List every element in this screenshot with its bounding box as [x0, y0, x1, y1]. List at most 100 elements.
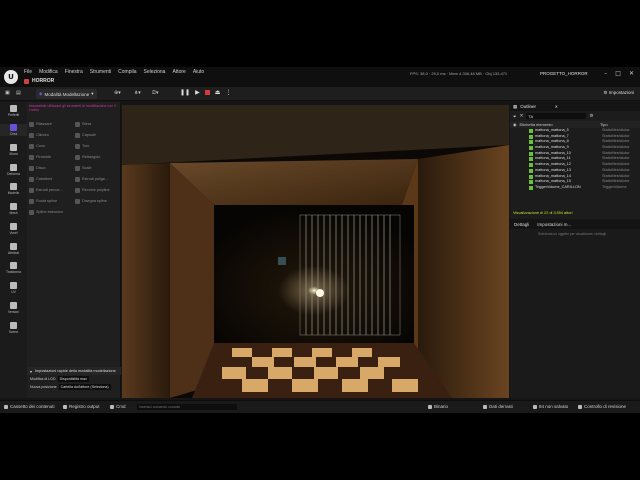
tool-button[interactable]: Estrudi percor... — [29, 186, 73, 194]
stop-icon[interactable] — [204, 90, 210, 95]
mode-palette: Preferiti Crea Xform Deforma Modello Mes… — [0, 102, 27, 398]
output-log-button[interactable]: Registro output — [63, 404, 100, 409]
blueprint-icon[interactable]: ⋔▾ — [134, 90, 141, 96]
tab-settings[interactable]: Impostazioni m... — [533, 220, 575, 229]
more-options-icon[interactable]: ⋮ — [225, 89, 231, 96]
tool-button[interactable]: Cilindro — [29, 131, 73, 139]
menu-help[interactable]: Aiuto — [193, 69, 204, 75]
tab-details[interactable]: Dettagli — [510, 220, 533, 229]
tool-button[interactable]: Rilassare — [29, 120, 73, 128]
folder-icon[interactable]: ▤ — [16, 90, 21, 96]
play-icon[interactable]: ▶ — [195, 89, 200, 96]
actor-type: StaticMeshActor — [602, 133, 630, 138]
new-position-label: Nuova posizione — [30, 385, 57, 389]
modeling-tools-grid: Rilassare Sfera Cilindro Capsule Cono To… — [29, 120, 119, 216]
palette-model[interactable]: Modello — [0, 183, 27, 195]
mesh-icon — [10, 203, 17, 210]
tool-button[interactable]: Spline estrusion — [29, 208, 73, 216]
mode-label: Modalità Modellazione — [44, 91, 90, 97]
cmd-dropdown[interactable]: Cmd — [110, 404, 126, 409]
log-icon — [63, 404, 67, 409]
palette-version[interactable]: Version — [0, 302, 27, 314]
actor-icon — [529, 140, 533, 145]
tool-button[interactable]: Estrudi polige... — [75, 175, 119, 183]
settings-icon[interactable]: ⚙ — [589, 113, 593, 119]
filter-icon[interactable]: ⏷ — [513, 114, 517, 119]
model-icon — [10, 183, 17, 190]
palette-voxel[interactable]: Voxel — [0, 223, 27, 235]
cinematics-icon[interactable]: ⎚▾ — [152, 90, 159, 96]
menu-window[interactable]: Finestra — [65, 69, 83, 75]
tool-icon — [29, 165, 34, 171]
quick-settings-header[interactable]: ▾ Impostazioni rapide della modalità mod… — [27, 367, 121, 375]
actor-type: TriggerVolume — [602, 184, 627, 189]
add-actor-icon[interactable]: ⊕▾ — [114, 90, 121, 96]
pause-icon[interactable]: ❚❚ — [180, 89, 190, 96]
palette-xform[interactable]: Xform — [0, 144, 27, 156]
actor-icon — [529, 129, 533, 133]
binary-button[interactable]: Binario — [428, 404, 448, 409]
clear-search-icon[interactable]: ✕ — [520, 113, 524, 119]
save-icon[interactable]: ▣ — [5, 90, 10, 96]
revision-control-button[interactable]: Controllo di revisione — [578, 404, 626, 409]
settings-button[interactable]: ⚙ Impostazioni — [603, 90, 634, 96]
outliner-row[interactable]: TriggerVolume_CARILLON TriggerVolume — [510, 185, 640, 191]
tool-button[interactable]: Cubettoni — [29, 175, 73, 183]
unsaved-button[interactable]: 84 non salvato — [533, 404, 568, 409]
console-input[interactable] — [137, 404, 237, 410]
palette-create[interactable]: Crea — [0, 124, 27, 136]
version-icon — [10, 302, 17, 309]
lod-dropdown[interactable]: Disponibilità max — [57, 376, 89, 382]
actor-icon — [529, 180, 533, 185]
palette-attributes[interactable]: Attributi — [0, 243, 27, 255]
status-bar: Cassetto dei contenuti Registro output C… — [0, 400, 640, 413]
menu-build[interactable]: Compila — [118, 69, 136, 75]
quick-settings: ▾ Impostazioni rapide della modalità mod… — [27, 367, 121, 391]
tool-button[interactable]: Piramide — [29, 153, 73, 161]
eject-icon[interactable]: ⏏ — [215, 89, 221, 96]
new-position-dropdown[interactable]: Cartella dull'attore (Seleziona) — [58, 384, 111, 390]
column-type[interactable]: Tipo — [600, 122, 608, 127]
menu-actor[interactable]: Attore — [172, 69, 185, 75]
menu-tools[interactable]: Strumenti — [90, 69, 111, 75]
palette-mesh[interactable]: Mesh — [0, 203, 27, 215]
tool-button[interactable]: Ruota spline — [29, 197, 73, 205]
scene-icon — [10, 322, 17, 329]
tool-button[interactable]: Cono — [29, 142, 73, 150]
unreal-logo-icon[interactable]: U — [4, 70, 18, 84]
close-icon[interactable]: ✕ — [629, 70, 634, 77]
tool-button[interactable]: Revolve polyline — [75, 186, 119, 194]
actor-icon — [529, 168, 533, 173]
menu-select[interactable]: Seleziona — [144, 69, 166, 75]
tool-button[interactable]: Disco — [29, 164, 73, 172]
tool-button[interactable]: Toro — [75, 142, 119, 150]
column-label[interactable]: Etichetta elemento — [520, 122, 553, 127]
palette-scene[interactable]: Scene — [0, 322, 27, 334]
actor-name: mattona_mattona_11 — [535, 156, 571, 161]
outliner-search-input[interactable] — [526, 113, 587, 119]
palette-deform[interactable]: Deforma — [0, 164, 27, 176]
palette-favorites[interactable]: Preferiti — [0, 105, 27, 117]
level-tab[interactable]: HORROR — [24, 78, 54, 84]
close-icon[interactable]: ✕ — [555, 104, 558, 109]
minimize-icon[interactable]: – — [604, 70, 607, 77]
visibility-icon[interactable]: ◉ — [513, 122, 517, 127]
tool-button[interactable]: Rettangolo — [75, 153, 119, 161]
voxel-icon — [10, 223, 17, 230]
tool-button[interactable]: Disegna spline — [75, 197, 119, 205]
tool-button[interactable]: Sfera — [75, 120, 119, 128]
tool-icon — [75, 132, 80, 138]
palette-uv[interactable]: UV — [0, 282, 27, 294]
menu-file[interactable]: File — [24, 69, 32, 75]
tool-button[interactable]: Capsule — [75, 131, 119, 139]
mode-selector[interactable]: ◆ Modalità Modellazione ▾ — [36, 89, 97, 99]
level-viewport[interactable] — [122, 105, 509, 398]
maximize-icon[interactable]: □ — [615, 70, 621, 77]
tool-button[interactable]: Scale — [75, 164, 119, 172]
derived-data-button[interactable]: Dati derivati — [483, 404, 513, 409]
menu-edit[interactable]: Modifica — [39, 69, 58, 75]
content-drawer-button[interactable]: Cassetto dei contenuti — [4, 404, 55, 409]
palette-transform[interactable]: Trasforma — [0, 262, 27, 274]
outliner-tab[interactable]: ▦ Outliner ✕ — [510, 102, 640, 111]
data-icon — [483, 404, 487, 409]
